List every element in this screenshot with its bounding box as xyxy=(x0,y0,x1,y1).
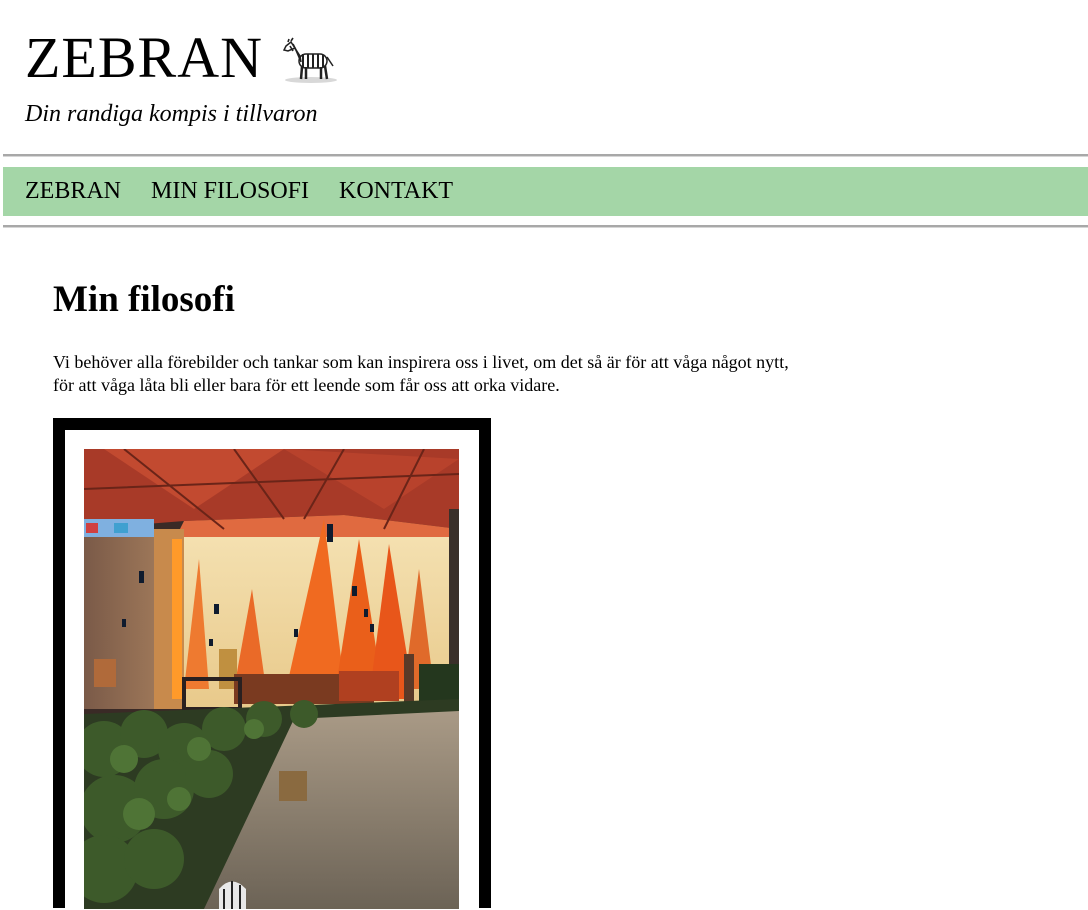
header-divider-top xyxy=(3,154,1088,157)
site-header: ZEBRAN xyxy=(25,26,341,90)
site-title-row: ZEBRAN xyxy=(25,26,341,90)
nav-item-kontakt[interactable]: KONTAKT xyxy=(339,178,453,205)
photo-mat xyxy=(65,430,479,910)
header-divider-bottom xyxy=(3,225,1088,228)
site-title: ZEBRAN xyxy=(25,25,263,90)
nav-item-zebran[interactable]: ZEBRAN xyxy=(25,178,121,205)
main-navigation: ZEBRAN MIN FILOSOFI KONTAKT xyxy=(3,167,1088,216)
nav-item-min-filosofi[interactable]: MIN FILOSOFI xyxy=(151,178,309,205)
church-interior-photo xyxy=(84,449,459,909)
page-title: Min filosofi xyxy=(53,279,235,320)
intro-paragraph: Vi behöver alla förebilder och tankar so… xyxy=(53,351,893,397)
intro-line-1: Vi behöver alla förebilder och tankar so… xyxy=(53,352,789,372)
zebra-icon xyxy=(282,37,337,83)
site-tagline: Din randiga kompis i tillvaron xyxy=(25,101,318,127)
photo-frame xyxy=(53,418,491,910)
intro-line-2: för att våga låta bli eller bara för ett… xyxy=(53,375,560,395)
